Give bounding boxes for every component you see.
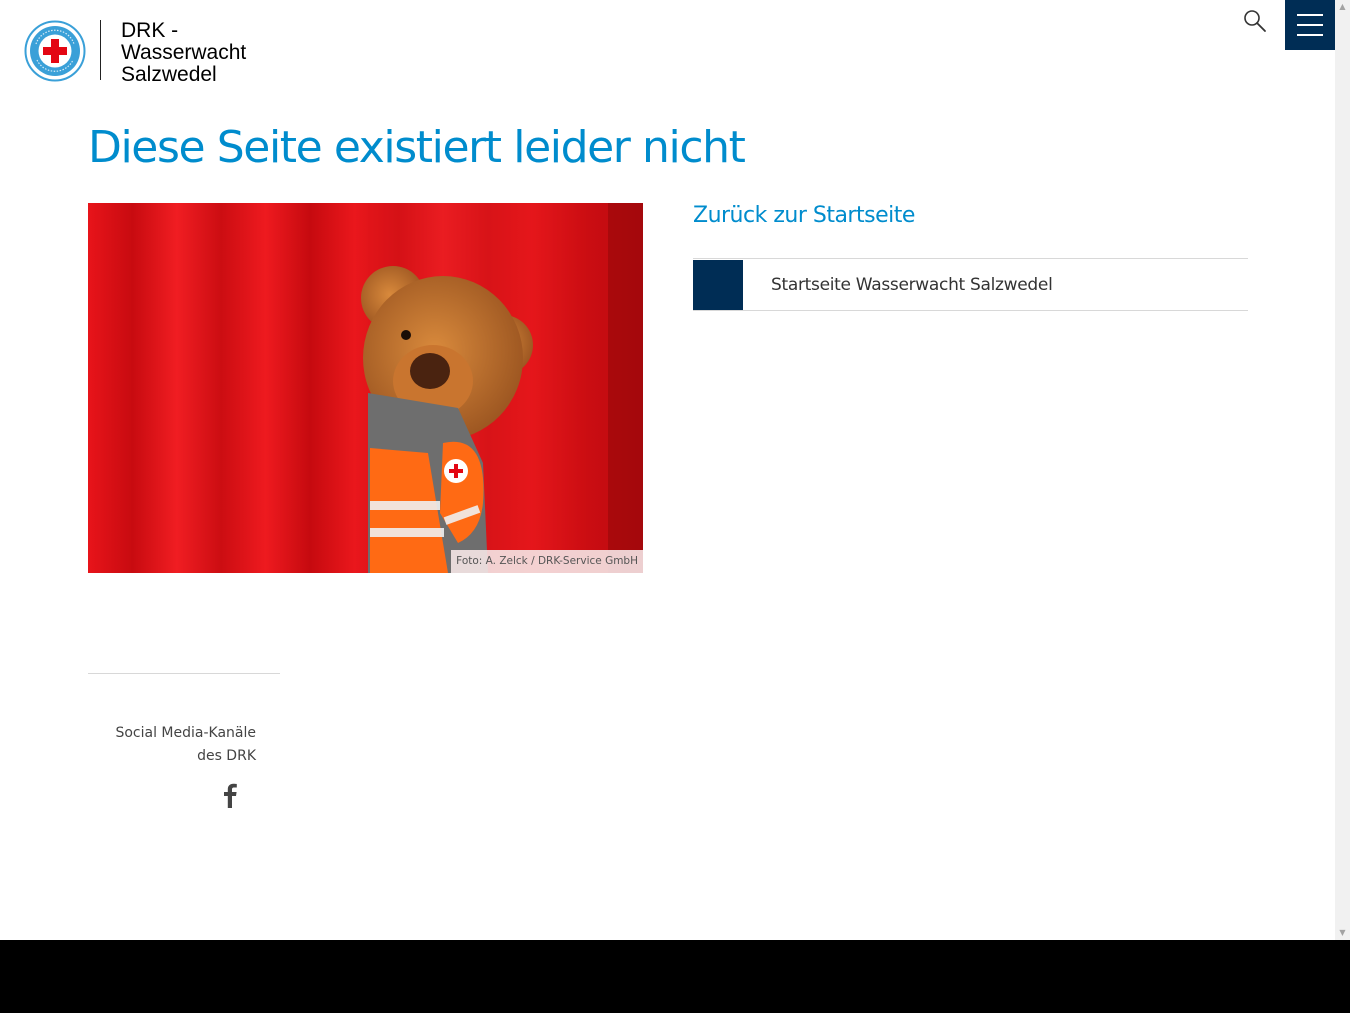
facebook-icon — [224, 783, 237, 808]
red-cross-emblem-icon — [24, 20, 86, 82]
home-link[interactable]: Startseite Wasserwacht Salzwedel — [693, 258, 1248, 311]
social-media-label: Social Media-Kanäle des DRK — [88, 722, 256, 768]
back-to-home-heading: Zurück zur Startseite — [693, 203, 915, 228]
logo-line-3: Salzwedel — [121, 63, 217, 86]
image-caption: Foto: A. Zelck / DRK-Service GmbH — [451, 550, 643, 573]
vertical-scrollbar[interactable]: ▲ ▼ — [1335, 0, 1350, 940]
logo-line-2: Wasserwacht — [121, 41, 247, 64]
scroll-down-arrow-icon[interactable]: ▼ — [1335, 926, 1350, 940]
search-icon — [1244, 10, 1266, 32]
scroll-up-arrow-icon[interactable]: ▲ — [1335, 0, 1350, 14]
logo-divider — [100, 20, 101, 80]
home-link-label: Startseite Wasserwacht Salzwedel — [771, 274, 1053, 295]
page-title: Diese Seite existiert leider nicht — [88, 122, 746, 173]
scrollbar-thumb[interactable] — [1337, 15, 1348, 925]
menu-button[interactable] — [1285, 0, 1335, 50]
bottom-black-band — [0, 940, 1350, 1013]
social-label-line-2: des DRK — [197, 748, 256, 764]
search-button[interactable] — [1240, 6, 1270, 36]
link-accent-square — [693, 259, 743, 310]
site-logo[interactable]: DRK - Wasserwacht Salzwedel — [24, 20, 246, 86]
hamburger-menu-icon — [1297, 14, 1323, 16]
hamburger-menu-icon-bar — [1297, 24, 1323, 26]
hamburger-menu-icon-bar — [1297, 34, 1323, 36]
social-label-line-1: Social Media-Kanäle — [115, 725, 256, 741]
page-viewport: DRK - Wasserwacht Salzwedel Diese Seite … — [0, 0, 1335, 940]
logo-line-1: DRK - — [121, 19, 179, 42]
footer-divider — [88, 673, 280, 674]
facebook-link[interactable] — [219, 782, 241, 808]
teddy-bear-photo: Foto: A. Zelck / DRK-Service GmbH — [88, 203, 643, 573]
logo-text: DRK - Wasserwacht Salzwedel — [121, 20, 246, 86]
